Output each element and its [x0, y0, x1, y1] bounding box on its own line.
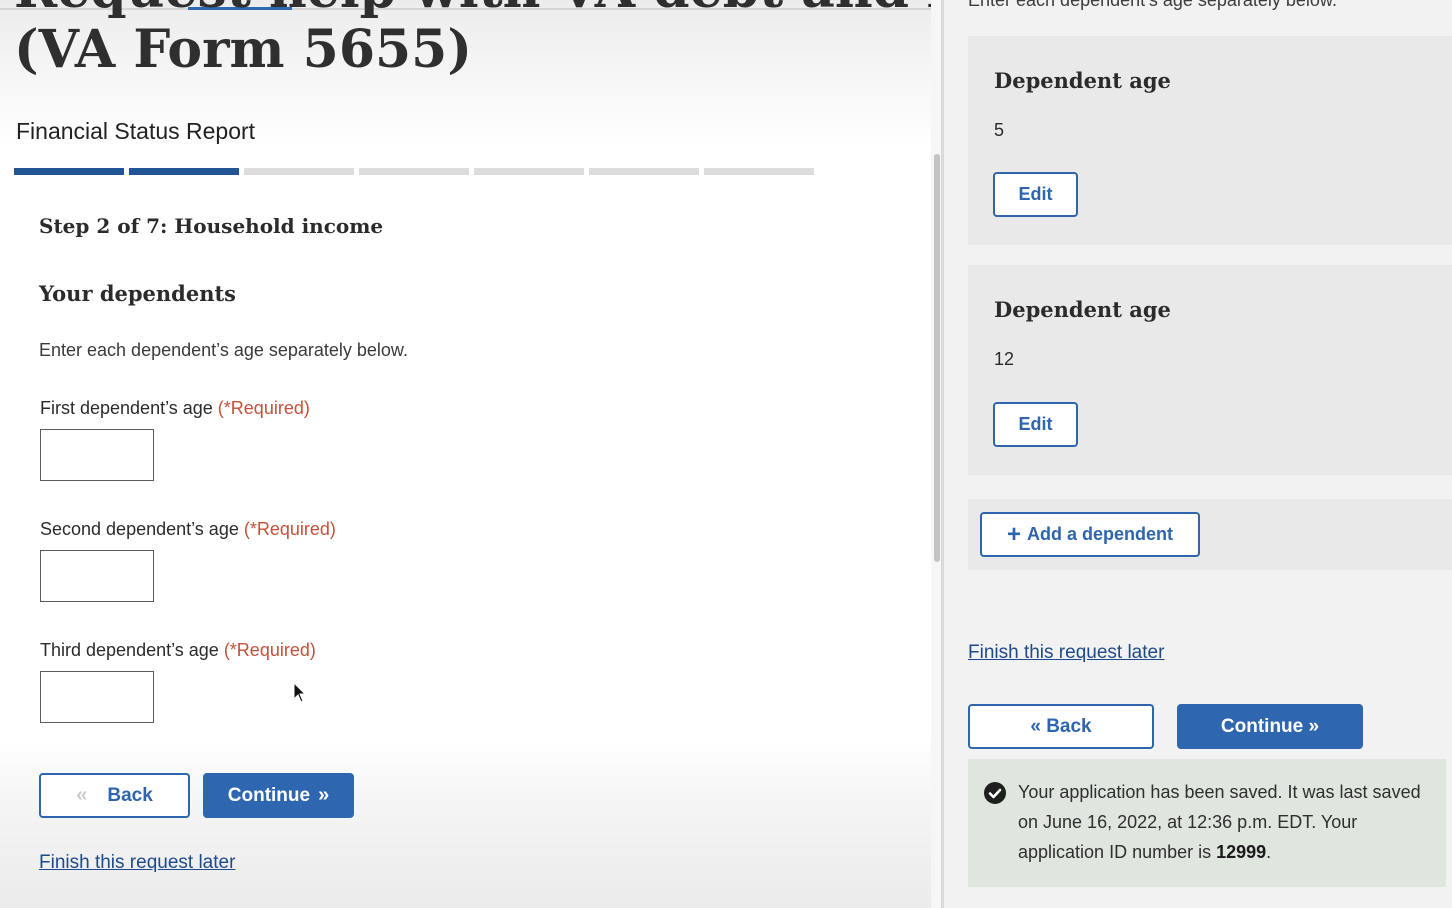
mouse-pointer-icon	[293, 682, 307, 703]
progress-segment-1	[14, 168, 124, 175]
field-label-text: First dependent’s age	[40, 398, 213, 418]
progress-segment-4	[359, 168, 469, 175]
continue-button[interactable]: Continue »	[203, 773, 354, 818]
add-dependent-button[interactable]: + Add a dependent	[980, 512, 1200, 557]
third-dependent-age-label: Third dependent’s age (*Required)	[40, 640, 316, 661]
progress-segment-2	[129, 168, 239, 175]
second-dependent-age-input[interactable]	[40, 550, 154, 602]
double-chevron-left-icon: «	[76, 784, 88, 806]
first-dependent-age-label: First dependent’s age (*Required)	[40, 398, 310, 419]
save-success-message: Your application has been saved. It was …	[1018, 777, 1430, 867]
dependent-card-title: Dependent age	[994, 68, 1171, 93]
dependent-card-1: Dependent age 5 Edit	[968, 36, 1452, 245]
progress-segment-3	[244, 168, 354, 175]
save-success-alert: Your application has been saved. It was …	[968, 759, 1446, 887]
third-dependent-age-input[interactable]	[40, 671, 154, 723]
check-mark-icon	[988, 788, 1002, 799]
progress-segment-5	[474, 168, 584, 175]
step-title: Step 2 of 7: Household income	[39, 214, 384, 238]
instruction-text: Enter each dependent’s age separately be…	[39, 340, 408, 360]
required-indicator: (*Required)	[217, 398, 310, 418]
back-button[interactable]: « Back	[39, 773, 190, 818]
required-indicator: (*Required)	[243, 519, 336, 539]
review-instruction-text: Enter each dependent’s age separately be…	[968, 0, 1337, 10]
check-circle-icon	[984, 782, 1006, 804]
dependent-card-2: Dependent age 12 Edit	[968, 265, 1452, 475]
page-subtitle: Financial Status Report	[16, 118, 256, 144]
section-title: Your dependents	[39, 281, 237, 306]
first-dependent-age-input[interactable]	[40, 429, 154, 481]
dependent-age-value: 5	[994, 120, 1005, 140]
review-finish-later-link[interactable]: Finish this request later	[968, 642, 1164, 664]
edit-dependent-button: Edit	[993, 402, 1078, 447]
dependent-card-title: Dependent age	[994, 297, 1171, 322]
review-back-button[interactable]: « Back	[968, 704, 1154, 749]
field-label-text: Third dependent’s age	[40, 640, 219, 660]
footer-fade	[0, 740, 940, 908]
page-title-line-1: Request help with VA debt and bills	[14, 0, 940, 20]
add-dependent-area: + Add a dependent	[968, 499, 1452, 570]
back-button-label: Back	[107, 784, 153, 806]
form-pane: Request help with VA debt and bills (VA …	[0, 0, 940, 908]
continue-button-label: Continue	[227, 784, 311, 806]
application-id: 12999	[1216, 842, 1267, 862]
page-title-line-2: (VA Form 5655)	[14, 19, 472, 80]
progress-segment-7	[704, 168, 814, 175]
progress-bar	[14, 168, 814, 175]
plus-icon: +	[1006, 520, 1021, 548]
review-pane: Enter each dependent’s age separately be…	[944, 0, 1452, 908]
double-chevron-right-icon: »	[318, 784, 330, 806]
progress-segment-6	[589, 168, 699, 175]
field-label-text: Second dependent’s age	[40, 519, 239, 539]
finish-later-link[interactable]: Finish this request later	[39, 852, 235, 874]
required-indicator: (*Required)	[223, 640, 316, 660]
scrollbar-thumb[interactable]	[934, 154, 940, 562]
second-dependent-age-label: Second dependent’s age (*Required)	[40, 519, 336, 540]
page-title: Request help with VA debt and bills (VA …	[14, 0, 940, 80]
dependent-age-value: 12	[994, 349, 1015, 369]
add-dependent-label: Add a dependent	[1027, 524, 1174, 544]
save-message-end: .	[1266, 842, 1272, 862]
edit-dependent-button[interactable]: Edit	[993, 172, 1078, 217]
review-continue-button[interactable]: Continue »	[1177, 704, 1363, 749]
